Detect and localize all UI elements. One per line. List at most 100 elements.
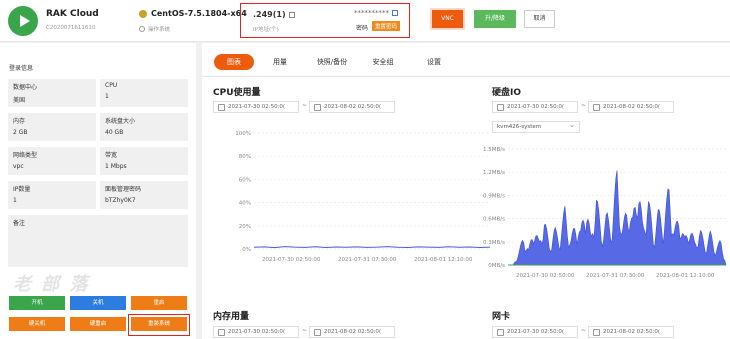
net-end-date[interactable]: 2021-08-02 02:50:0( [588,326,674,338]
login-info-panel: 登录信息 数据中心 美国 CPU 1 内存 2 GB 系统盘大小 40 GB 网… [0,43,196,339]
info-datacenter: 数据中心 美国 [8,79,96,107]
field-label: 带宽 [105,152,118,159]
info-memory: 内存 2 GB [8,113,96,141]
net-start-date[interactable]: 2021-07-30 02:50:0( [492,326,578,338]
instance-id: C2020071611610 [46,25,96,31]
password-label: 密码 [356,25,369,32]
hard-power-off-button[interactable]: 硬关机 [9,317,65,331]
y-tick-label: 20% [239,224,251,230]
y-tick-label: 0% [242,247,251,253]
cpu-usage-line [253,246,491,249]
disk-select[interactable]: kvm426-system [492,120,580,133]
x-tick-label: 2021-08-01 12:10:00 [656,273,715,279]
tab-bar: 图表 用量 快照/备份 安全组 设置 [202,43,730,77]
mem-end-date[interactable]: 2021-08-02 02:50:0( [309,326,395,338]
tab-security-group[interactable]: 安全组 [366,54,400,70]
x-tick-label: 2021-07-31 07:30:00 [586,273,645,279]
field-value: bTZhy0K7 [105,197,136,204]
y-tick-label: 40% [239,201,251,207]
field-value: 美国 [13,97,26,104]
ip-password-box: .249(1) IP地址(个) ********** 密码 重置密码 [240,3,410,38]
field-label: 数据中心 [13,84,38,91]
field-value: 1 Mbps [105,163,127,170]
ip-address: .249(1) [253,10,286,19]
field-label: 网络类型 [13,152,38,159]
upgrade-button[interactable]: 升/降级 [474,10,516,28]
y-tick-label: 100% [235,131,251,137]
field-label: 备注 [13,220,26,227]
reset-password-button[interactable]: 重置密码 [372,21,401,31]
play-logo-icon [8,6,38,36]
tab-settings[interactable]: 设置 [416,54,452,70]
os-name-label: CentOS-7.5.1804-x64 [151,9,247,18]
ip-label: IP地址(个) [253,27,279,33]
disk-title: 硬盘IO [492,88,521,98]
y-tick-label: 80% [239,154,251,160]
brand-name: RAK Cloud [46,9,99,19]
cpu-end-date[interactable]: 2021-08-02 02:50:0( [309,101,395,113]
x-tick-label: 2021-08-01 12:10:00 [414,257,473,263]
disk-end-date[interactable]: 2021-08-02 02:50:0( [588,101,674,113]
vnc-button[interactable]: VNC [432,10,463,28]
date-separator: ~ [581,327,587,334]
x-tick-label: 2021-07-30 02:50:00 [262,257,321,263]
info-network-type: 网络类型 vpc [8,147,96,175]
main-panel: 图表 用量 快照/备份 安全组 设置 CPU使用量 2021-07-30 02:… [202,43,730,339]
cancel-button[interactable]: 取消 [524,10,555,28]
panel-title: 登录信息 [9,65,34,72]
info-cpu: CPU 1 [100,79,188,107]
y-tick-label: 0.3MB/s [483,240,505,246]
tab-usage[interactable]: 用量 [264,54,296,70]
password-value: ********** [354,9,398,17]
date-separator: ~ [581,102,587,109]
y-tick-label: 0.6MB/s [483,217,505,223]
cpu-chart: 0% 20% 40% 60% 80% 100% 2021-07-30 02:50:00 202… [235,131,491,263]
disk-start-date[interactable]: 2021-07-30 02:50:0( [492,101,578,113]
copy-password-icon[interactable] [392,10,398,16]
power-off-button[interactable]: 关机 [70,296,126,310]
power-on-button[interactable]: 开机 [9,296,65,310]
watermark: 老 部 落 [13,274,90,295]
field-label: 系统盘大小 [105,118,136,125]
network-title: 网卡 [492,312,511,322]
field-label: IP数量 [13,186,31,193]
field-label: 面板管理密码 [105,186,142,193]
field-label: 内存 [13,118,26,125]
ip-value: .249(1) [253,10,295,19]
y-tick-label: 0.9MB/s [483,193,505,199]
date-separator: ~ [302,327,308,334]
os-action-label: 操作系统 [148,27,171,33]
y-tick-label: 1.2MB/s [483,170,505,176]
field-label: CPU [105,82,118,89]
disk-chart: 0MB/s 0.3MB/s 0.6MB/s 0.9MB/s 1.2MB/s 1.5MB/s… [483,147,727,279]
info-disk-size: 系统盘大小 40 GB [100,113,188,141]
date-separator: ~ [302,102,308,109]
field-value: 1 [13,197,17,204]
field-value: vpc [13,163,24,170]
reboot-button[interactable]: 重启 [131,296,187,310]
info-ip-count: IP数量 1 [8,181,96,209]
cpu-title: CPU使用量 [213,88,261,98]
field-value: 1 [105,93,109,100]
field-value: 40 GB [105,129,124,136]
copy-icon[interactable] [288,11,295,18]
x-tick-label: 2021-07-31 07:30:00 [338,257,397,263]
tab-charts[interactable]: 图表 [214,54,254,70]
x-tick-label: 2021-07-30 02:50:00 [516,273,575,279]
info-remark: 备注 [8,215,188,267]
gear-icon [139,26,145,32]
mem-start-date[interactable]: 2021-07-30 02:50:0( [213,326,299,338]
memory-title: 内存用量 [213,312,250,322]
info-panel-password: 面板管理密码 bTZhy0K7 [100,181,188,209]
cpu-start-date[interactable]: 2021-07-30 02:50:0( [213,101,299,113]
centos-icon [139,9,147,18]
y-tick-label: 0MB/s [488,263,505,269]
os-action-link[interactable]: 操作系统 [139,25,170,33]
disk-io-area [508,170,727,266]
top-bar: RAK Cloud C2020071611610 CentOS-7.5.1804… [0,0,730,42]
highlight-frame [128,314,190,336]
y-tick-label: 60% [239,177,251,183]
password-mask: ********** [354,9,389,17]
tab-snapshot[interactable]: 快照/备份 [310,54,354,70]
hard-reboot-button[interactable]: 硬重启 [70,317,126,331]
